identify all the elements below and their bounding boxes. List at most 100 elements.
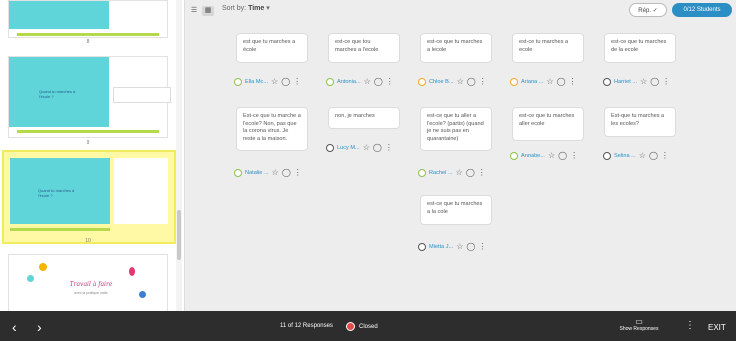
student-name[interactable]: Ella Mc... xyxy=(245,79,268,85)
student-name[interactable]: Lucy M... xyxy=(337,145,360,151)
grid-view-icon[interactable]: ▦ xyxy=(202,6,214,16)
response-card[interactable]: est-ce que tou marches a l'ecole xyxy=(328,33,400,63)
mood-emoji-icon xyxy=(510,78,518,86)
response-text: Est-que tu marches a les ecoles? xyxy=(611,113,665,127)
star-icon[interactable]: ☆ xyxy=(456,243,463,251)
response-card[interactable]: est-ce que tu marches a la cole xyxy=(420,195,492,225)
mood-emoji-icon xyxy=(418,169,426,177)
list-view-icon[interactable]: ☰ xyxy=(188,6,200,16)
slide-question: Quand tu marches à l'école ? xyxy=(38,188,75,198)
slide-subtitle: avec la pratique orale xyxy=(74,291,108,295)
response-text: est-ce que tu marches aller ecole xyxy=(519,113,575,127)
comment-icon[interactable]: ◯ xyxy=(373,144,382,152)
response-card[interactable]: est que tu marches a école xyxy=(236,33,308,63)
response-text: est-ce que tu marches a la cole xyxy=(427,201,483,215)
show-responses-button[interactable]: ▭ Show Responses xyxy=(614,317,664,332)
response-card[interactable]: est-ce tu marches a ecole xyxy=(512,33,584,63)
response-card[interactable]: non, je marches xyxy=(328,107,400,129)
more-options-icon[interactable]: ⋮ xyxy=(661,152,669,160)
chevron-down-icon: ▾ xyxy=(266,5,270,12)
comment-icon[interactable]: ◯ xyxy=(650,78,659,86)
more-options-icon[interactable]: ⋮ xyxy=(685,320,695,331)
response-card[interactable]: est-ce que tu aller a l'ecole? (partis) … xyxy=(420,107,492,151)
status[interactable]: Closed xyxy=(346,322,378,331)
mood-emoji-icon xyxy=(234,78,242,86)
more-options-icon[interactable]: ⋮ xyxy=(662,78,670,86)
comment-icon[interactable]: ◯ xyxy=(467,78,476,86)
previous-arrow-icon[interactable]: ‹ xyxy=(12,319,17,335)
slide-sidebar: 8 Quand tu marches à l'école ? 9 Quand t… xyxy=(0,0,185,313)
star-icon[interactable]: ☆ xyxy=(272,169,279,177)
reply-button[interactable]: Rép. ✓ xyxy=(629,3,667,17)
sidebar-scrollbar[interactable] xyxy=(176,0,182,311)
more-options-icon[interactable]: ⋮ xyxy=(570,152,578,160)
response-text: est-ce tu marches a ecole xyxy=(519,39,569,53)
bottom-bar: ‹ › 11 of 12 Responses Closed ▭ Show Res… xyxy=(0,311,736,341)
response-card[interactable]: Est-ce que tu marche a l'ecole? Non, pas… xyxy=(236,107,308,151)
comment-icon[interactable]: ◯ xyxy=(374,78,383,86)
student-name[interactable]: Ariana ... xyxy=(521,79,543,85)
response-card[interactable]: est-ce que tu marches aller ecole xyxy=(512,107,584,141)
response-text: est-ce que tu aller a l'ecole? (partis) … xyxy=(427,113,484,142)
more-options-icon[interactable]: ⋮ xyxy=(478,243,486,251)
response-count: 11 of 12 Responses xyxy=(280,323,333,329)
star-icon[interactable]: ☆ xyxy=(639,152,646,160)
student-name[interactable]: Harriet ... xyxy=(614,79,637,85)
monitor-icon: ▭ xyxy=(635,317,643,326)
star-icon[interactable]: ☆ xyxy=(546,78,553,86)
star-icon[interactable]: ☆ xyxy=(271,78,278,86)
sort-control[interactable]: Sort by: Time ▾ xyxy=(222,4,270,12)
comment-icon[interactable]: ◯ xyxy=(466,169,475,177)
slide-question: Quand tu marches à l'école ? xyxy=(39,89,76,99)
student-name[interactable]: Selina ... xyxy=(614,153,636,159)
response-text: est-ce que tu marches a lecole xyxy=(427,39,483,53)
more-options-icon[interactable]: ⋮ xyxy=(478,169,486,177)
response-text: non, je marches xyxy=(335,113,375,119)
closed-status-icon xyxy=(346,322,355,331)
slide-title: Travail à faire xyxy=(69,281,113,288)
slide-thumbnail[interactable]: Travail à faire avec la pratique orale xyxy=(8,254,168,313)
exit-button[interactable]: EXIT xyxy=(708,323,726,332)
student-name[interactable]: Antonia... xyxy=(337,79,361,85)
response-card[interactable]: est-ce que tu marches a lecole xyxy=(420,33,492,63)
star-icon[interactable]: ☆ xyxy=(640,78,647,86)
response-card[interactable]: est-ce que tu marches de la ecole xyxy=(604,33,676,63)
star-icon[interactable]: ☆ xyxy=(456,169,463,177)
comment-icon[interactable]: ◯ xyxy=(281,78,290,86)
comment-icon[interactable]: ◯ xyxy=(282,169,291,177)
scrollbar-thumb[interactable] xyxy=(177,210,181,260)
star-icon[interactable]: ☆ xyxy=(548,152,555,160)
more-options-icon[interactable]: ⋮ xyxy=(386,78,394,86)
comment-icon[interactable]: ◯ xyxy=(466,243,475,251)
star-icon[interactable]: ☆ xyxy=(457,78,464,86)
sort-value: Time xyxy=(248,5,265,12)
slide-thumbnail[interactable] xyxy=(8,0,168,38)
more-options-icon[interactable]: ⋮ xyxy=(385,144,393,152)
comment-icon[interactable]: ◯ xyxy=(649,152,658,160)
more-options-icon[interactable]: ⋮ xyxy=(293,78,301,86)
slide-thumbnail-selected[interactable]: Quand tu marches à l'école ? xyxy=(2,150,176,244)
comment-icon[interactable]: ◯ xyxy=(558,152,567,160)
mood-emoji-icon xyxy=(603,78,611,86)
response-meta: Antonia... ☆ ◯ ⋮ xyxy=(326,77,394,87)
comment-icon[interactable]: ◯ xyxy=(557,78,566,86)
student-name[interactable]: Rachel ... xyxy=(429,170,453,176)
more-options-icon[interactable]: ⋮ xyxy=(479,78,487,86)
more-options-icon[interactable]: ⋮ xyxy=(294,169,302,177)
status-label: Closed xyxy=(359,323,378,330)
student-name[interactable]: Mietta J... xyxy=(429,244,453,250)
response-card[interactable]: Est-que tu marches a les ecoles? xyxy=(604,107,676,137)
student-name[interactable]: Natalie ... xyxy=(245,170,269,176)
star-icon[interactable]: ☆ xyxy=(363,144,370,152)
students-label: 0/12 Students xyxy=(683,7,721,13)
response-text: est-ce que tu marches de la ecole xyxy=(611,39,667,53)
more-options-icon[interactable]: ⋮ xyxy=(569,78,577,86)
student-name[interactable]: Chloe B... xyxy=(429,79,454,85)
slide-number: 8 xyxy=(86,39,90,45)
students-button[interactable]: 0/12 Students xyxy=(672,3,732,17)
next-arrow-icon[interactable]: › xyxy=(37,319,42,335)
response-meta: Harriet ... ☆ ◯ ⋮ xyxy=(603,77,670,87)
star-icon[interactable]: ☆ xyxy=(364,78,371,86)
slide-thumbnail[interactable]: Quand tu marches à l'école ? xyxy=(8,56,171,138)
student-name[interactable]: Annabe... xyxy=(521,153,545,159)
